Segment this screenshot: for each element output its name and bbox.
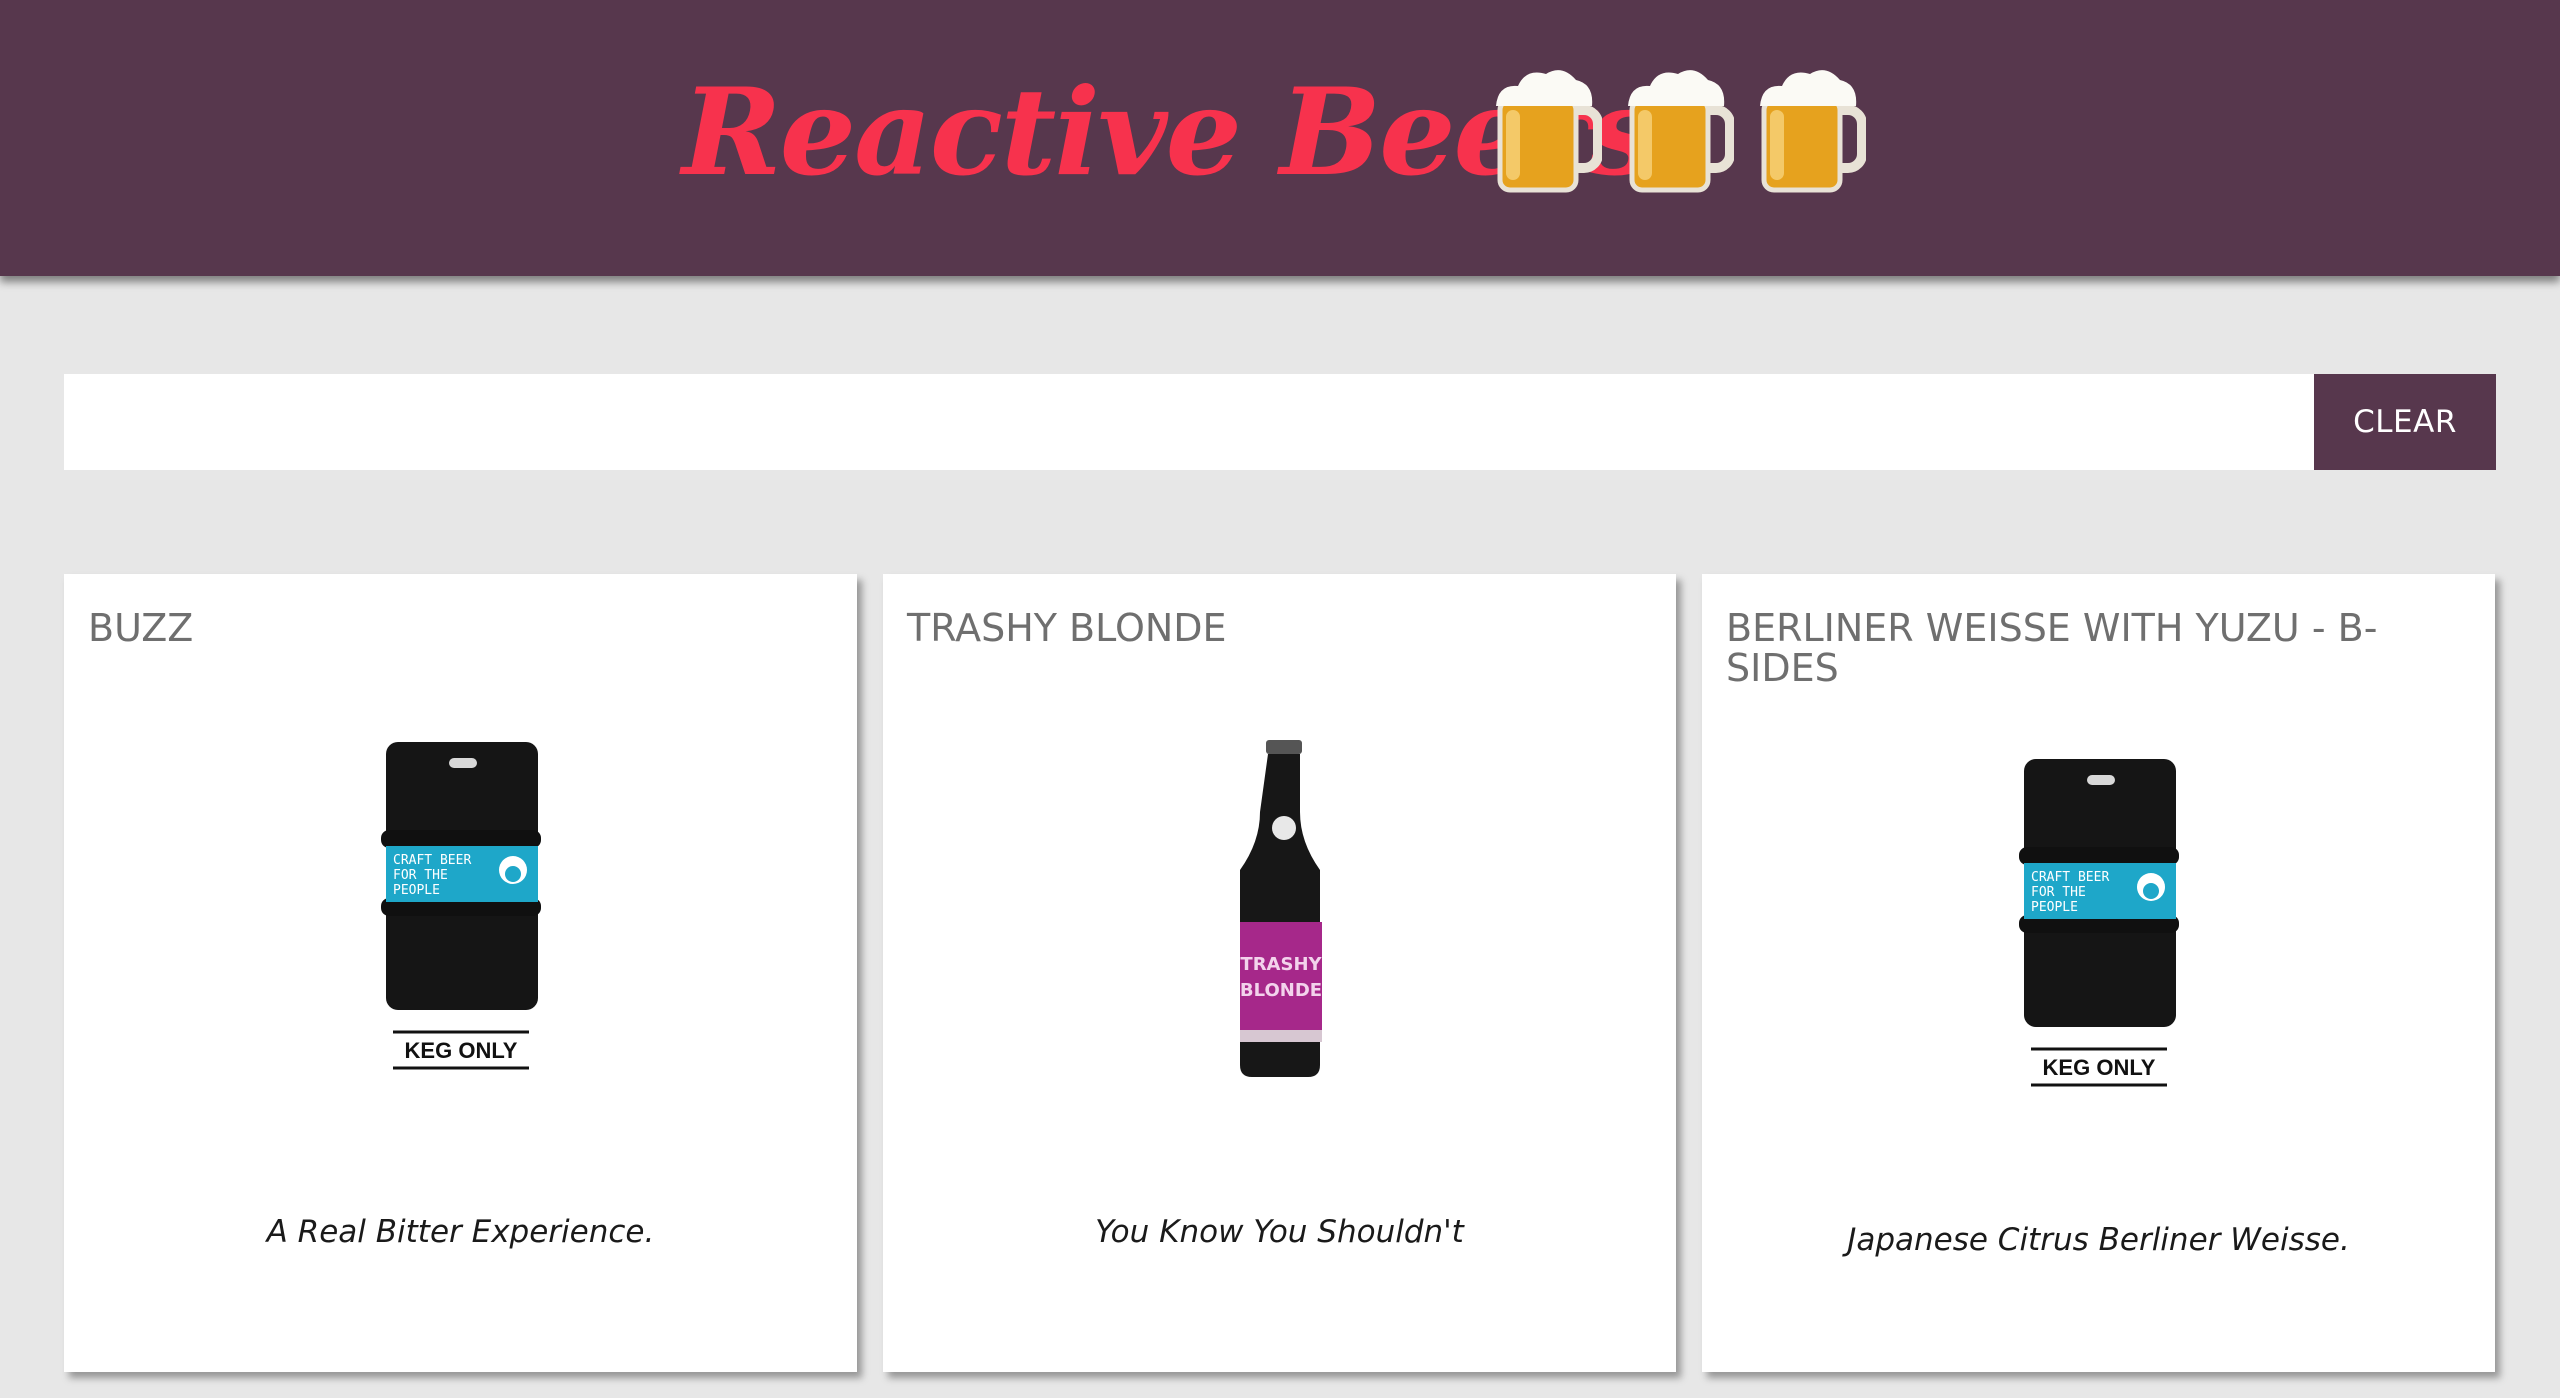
keg-label-line-3: PEOPLE [2031, 900, 2078, 915]
beer-name: BERLINER WEISSE WITH YUZU - B-SIDES [1726, 606, 2378, 690]
search-input[interactable] [64, 374, 2314, 470]
keg-label-line-2: FOR THE [393, 868, 448, 883]
keg-label-line-3: PEOPLE [393, 883, 440, 898]
keg-image: CRAFT BEER FOR THE PEOPLE KEG ONLY [2018, 759, 2179, 1087]
beer-tagline: Japanese Citrus Berliner Weisse. [1847, 1222, 2350, 1258]
search-bar: CLEAR [64, 374, 2496, 470]
clear-button[interactable]: CLEAR [2314, 374, 2496, 470]
beer-card-buzz[interactable]: BUZZ CRAFT BEER FOR THE PEOPLE KEG ONLY … [64, 574, 857, 1372]
beer-mug-icon [1496, 70, 1602, 193]
beer-mug-icon [1760, 70, 1866, 193]
beer-card-trashy-blonde[interactable]: TRASHY BLONDE TRASHY BLONDE You Know You… [883, 574, 1676, 1372]
beer-mug-icon [1628, 70, 1734, 193]
beer-tagline: A Real Bitter Experience. [266, 1214, 655, 1250]
keg-label-line-1: CRAFT BEER [2031, 870, 2109, 885]
beer-name: BUZZ [88, 606, 194, 650]
bottle-label-line-2: BLONDE [1239, 980, 1321, 1001]
beer-card-berliner-weisse-with-yuzu[interactable]: BERLINER WEISSE WITH YUZU - B-SIDES CRAF… [1702, 574, 2495, 1372]
bottle-image: TRASHY BLONDE [1239, 740, 1322, 1077]
bottle-label-line-1: TRASHY [1240, 954, 1322, 975]
beer-mugs [1492, 66, 1866, 194]
keg-label-line-1: CRAFT BEER [393, 853, 471, 868]
beer-tagline: You Know You Shouldn't [1095, 1214, 1464, 1250]
keg-only-label: KEG ONLY [2042, 1055, 2155, 1080]
beer-name: TRASHY BLONDE [907, 606, 1227, 650]
keg-image: CRAFT BEER FOR THE PEOPLE KEG ONLY [380, 742, 541, 1070]
keg-label-line-2: FOR THE [2031, 885, 2086, 900]
app-header: Reactive Beers [0, 0, 2560, 276]
keg-only-label: KEG ONLY [404, 1038, 517, 1063]
